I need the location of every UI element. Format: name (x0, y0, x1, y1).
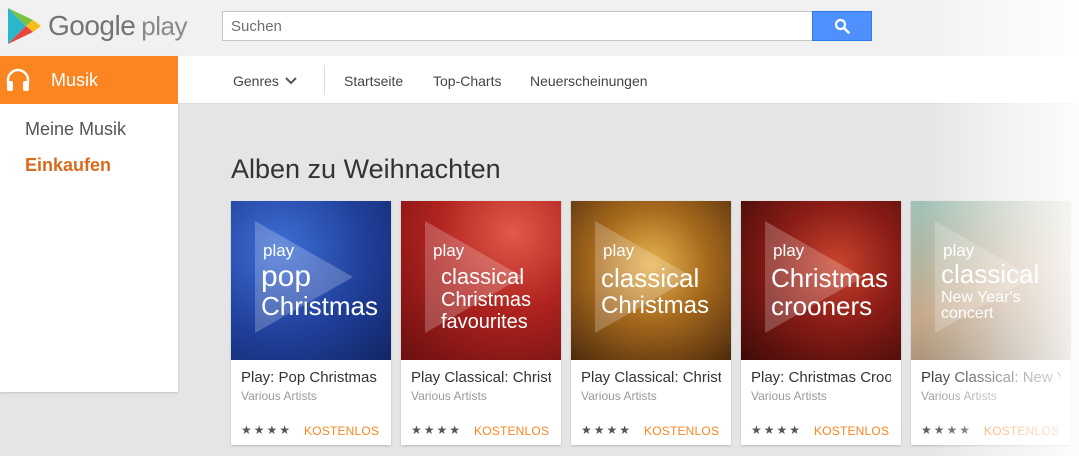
google-play-triangle-icon (8, 8, 41, 44)
album-cover[interactable]: play classical New Year's concert (911, 201, 1071, 360)
nav-item-meine-musik[interactable]: Meine Musik (25, 119, 126, 140)
chevron-down-icon (285, 77, 297, 85)
price-button[interactable]: KOSTENLOS (474, 424, 549, 438)
headphones-icon (6, 68, 30, 91)
cover-title-line2: Christmas (601, 292, 710, 319)
cover-title-line2: New Year's (941, 289, 1021, 306)
cover-title-line1: classical (601, 263, 700, 293)
logo-play-word: play (141, 11, 187, 41)
genres-dropdown[interactable]: Genres (233, 73, 297, 89)
price-button[interactable]: KOSTENLOS (644, 424, 719, 438)
rating-stars: ★★★★ (581, 423, 633, 437)
album-artist[interactable]: Various Artists (581, 389, 657, 403)
section-title[interactable]: Alben zu Weihnachten (231, 154, 501, 185)
price-button[interactable]: KOSTENLOS (984, 424, 1059, 438)
subnav-item-startseite[interactable]: Startseite (344, 73, 403, 89)
cover-title-line1: classical (441, 264, 525, 289)
logo-text: Google play (48, 10, 187, 42)
album-title[interactable]: Play: Pop Christmas (241, 369, 381, 386)
rating-stars: ★★★★ (411, 423, 463, 437)
top-bar: Google play (0, 0, 1079, 56)
album-card[interactable]: play Christmas crooners Play: Christmas … (741, 201, 901, 445)
cover-play-text: play (773, 241, 805, 260)
price-button[interactable]: KOSTENLOS (304, 424, 379, 438)
subnav-item-neuerscheinungen[interactable]: Neuerscheinungen (530, 73, 648, 89)
album-title[interactable]: Play Classical: Christmas Favourites (411, 369, 551, 386)
rating-stars: ★★★★ (751, 423, 803, 437)
subnav-divider (324, 65, 325, 95)
album-artist[interactable]: Various Artists (751, 389, 827, 403)
search-box (222, 11, 814, 41)
album-cover[interactable]: play Christmas crooners (741, 201, 901, 360)
cover-title-line2: Christmas (441, 289, 532, 311)
music-tab[interactable]: Musik (0, 56, 178, 104)
google-play-logo[interactable]: Google play (6, 6, 196, 48)
nav-item-einkaufen[interactable]: Einkaufen (25, 155, 111, 176)
cover-title-line1: classical (941, 259, 1040, 289)
left-nav: Musik Meine Musik Einkaufen (0, 56, 178, 392)
rating-stars: ★★★★ (921, 423, 973, 437)
cover-title-line3: favourites (441, 311, 528, 333)
logo-word: Google (48, 10, 136, 41)
cover-title-line2: crooners (771, 291, 873, 321)
album-card[interactable]: play classical Christmas favourites Play… (401, 201, 561, 445)
album-card[interactable]: play classical New Year's concert Play C… (911, 201, 1071, 445)
music-tab-label: Musik (51, 69, 99, 90)
rating-stars: ★★★★ (241, 423, 293, 437)
album-artist[interactable]: Various Artists (921, 389, 997, 403)
cover-title-line2: Christmas (261, 291, 379, 321)
album-artist[interactable]: Various Artists (241, 389, 317, 403)
album-cover[interactable]: play classical Christmas (571, 201, 731, 360)
subnav-item-top-charts[interactable]: Top-Charts (433, 73, 501, 89)
album-card[interactable]: play classical Christmas Play Classical:… (571, 201, 731, 445)
cover-play-text: play (603, 241, 635, 260)
album-card[interactable]: play pop Christmas Play: Pop Christmas V… (231, 201, 391, 445)
search-input[interactable] (223, 12, 814, 40)
cover-play-text: play (263, 241, 295, 260)
album-title[interactable]: Play Classical: New Year's Concert (921, 369, 1061, 386)
album-title[interactable]: Play: Christmas Crooners (751, 369, 891, 386)
magnifier-icon (834, 18, 850, 34)
cover-play-text: play (943, 241, 975, 260)
album-artist[interactable]: Various Artists (411, 389, 487, 403)
album-title[interactable]: Play Classical: Christmas (581, 369, 721, 386)
cover-title-line3: concert (941, 305, 994, 322)
search-button[interactable] (812, 11, 872, 41)
album-cover[interactable]: play pop Christmas (231, 201, 391, 360)
price-button[interactable]: KOSTENLOS (814, 424, 889, 438)
genres-label: Genres (233, 73, 279, 89)
sub-nav: Genres Startseite Top-Charts Neuerschein… (178, 56, 1079, 104)
cover-play-text: play (433, 241, 465, 260)
cover-title-line1: Christmas (771, 263, 889, 293)
album-cover[interactable]: play classical Christmas favourites (401, 201, 561, 360)
cover-title-line1: pop (261, 260, 312, 293)
